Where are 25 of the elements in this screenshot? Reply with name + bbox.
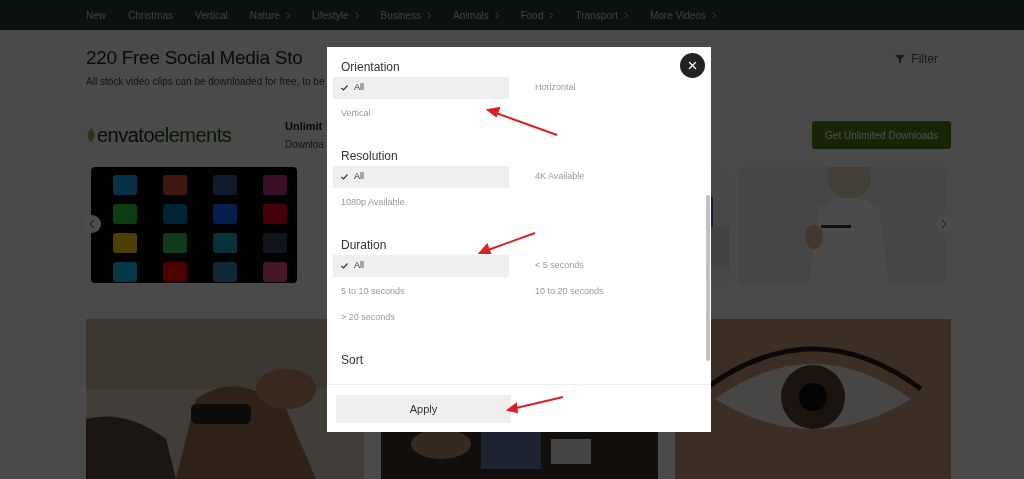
section-title: Orientation [341, 59, 400, 76]
filter-option[interactable]: All [333, 166, 509, 188]
scrollbar[interactable] [706, 195, 710, 361]
section-title: Duration [341, 237, 387, 254]
page-heading: 220 Free Social Media Sto [86, 46, 304, 70]
filter-option[interactable]: All [333, 255, 509, 277]
check-icon [341, 174, 348, 180]
close-button[interactable]: × [680, 53, 705, 78]
check-icon [341, 85, 348, 91]
section-title: Resolution [341, 148, 398, 165]
filter-option[interactable]: 1080p Available [333, 192, 509, 214]
promo-title: Unlimit [285, 119, 324, 135]
filter-option[interactable]: > 20 seconds [333, 307, 509, 329]
check-icon [341, 263, 348, 269]
filter-option[interactable]: 5 to 10 seconds [333, 281, 509, 303]
annotation-arrow [506, 395, 565, 413]
annotation-arrow [478, 231, 537, 255]
section-title: Sort [341, 352, 363, 369]
filter-option[interactable]: All [333, 77, 509, 99]
filter-option[interactable]: 10 to 20 seconds [527, 281, 703, 303]
filter-option[interactable]: Horizontal [527, 77, 703, 99]
apply-button[interactable]: Apply [336, 395, 511, 423]
filter-option[interactable]: 4K Available [527, 166, 703, 188]
filter-option[interactable]: < 5 seconds [527, 255, 703, 277]
filter-option[interactable]: Vertical [333, 103, 509, 125]
